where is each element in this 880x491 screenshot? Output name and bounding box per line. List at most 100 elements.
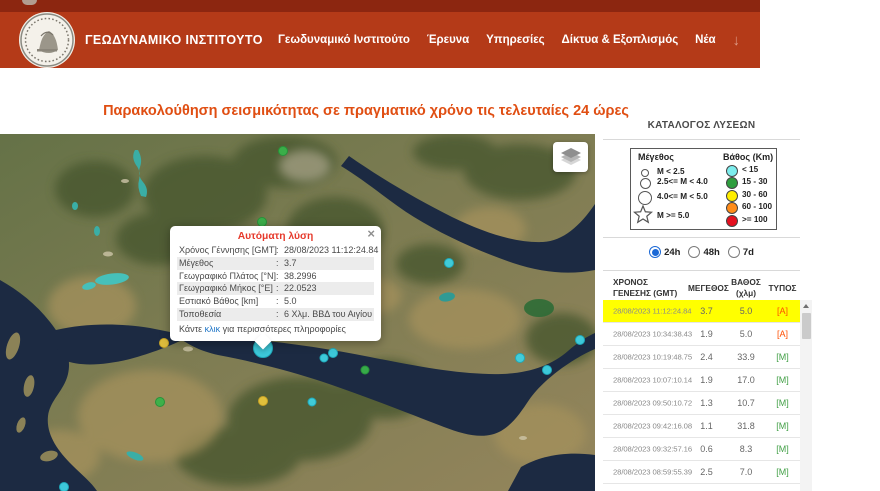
popup-row-colon: :	[276, 270, 284, 283]
popup-row-colon: :	[276, 244, 284, 257]
divider	[603, 237, 800, 238]
cell-depth: 5.0	[725, 306, 767, 316]
table-row[interactable]: 28/08/2023 09:50:10.721.310.7[M]	[603, 392, 800, 415]
legend-magnitude-label: 4.0<= M < 5.0	[657, 192, 708, 201]
earthquake-marker-yellow[interactable]	[160, 339, 169, 348]
earthquake-marker-green[interactable]	[156, 398, 165, 407]
earthquake-marker-cyan[interactable]	[543, 366, 552, 375]
cell-type: [M]	[767, 467, 798, 477]
cell-type: [M]	[767, 421, 798, 431]
main-nav: Γεωδυναμικό Ινστιτούτο Έρευνα Υπηρεσίες Δίκ…	[278, 12, 740, 68]
earthquake-marker-cyan[interactable]	[445, 259, 454, 268]
popup-row-value: 6 Χλμ. ΒΒΔ του Αιγίου	[284, 308, 372, 321]
nav-item-5[interactable]: Νέα	[695, 34, 716, 46]
scrollbar-up-arrow-icon[interactable]	[800, 300, 812, 312]
table-scrollbar[interactable]	[800, 300, 812, 491]
time-filter-group: 24h 48h 7d	[603, 244, 800, 260]
popup-close-icon[interactable]: ×	[367, 227, 375, 240]
popup-row: Εστιακό Βάθος [km]:5.0	[177, 295, 374, 308]
earthquake-marker-cyan[interactable]	[308, 398, 316, 406]
earthquake-marker-cyan[interactable]	[329, 349, 338, 358]
brand-title[interactable]: ΓΕΩΔΥΝΑΜΙΚΟ ΙΝΣΤΙΤΟΥΤΟ	[85, 12, 263, 68]
popup-title: Αυτόματη λύση	[177, 230, 374, 244]
cell-magnitude: 1.3	[688, 398, 725, 408]
radio-7d[interactable]	[728, 246, 740, 258]
scrollbar-thumb[interactable]	[802, 313, 811, 339]
earthquake-marker-cyan[interactable]	[516, 354, 525, 363]
cell-time: 28/08/2023 10:07:10.14	[613, 376, 692, 385]
earthquake-marker-cyan[interactable]	[320, 354, 328, 362]
cell-type: [A]	[767, 329, 798, 339]
table-row[interactable]: 28/08/2023 08:59:55.392.57.0[M]	[603, 461, 800, 484]
popup-row-label: Χρόνος Γέννησης [GMT]	[179, 244, 276, 257]
legend-depth-title: Βάθος (Km)	[723, 152, 773, 162]
popup-row-label: Τοποθεσία	[179, 308, 276, 321]
popup-row-value: 38.2996	[284, 270, 317, 283]
radio-24h-selected[interactable]	[649, 246, 661, 258]
popup-row: Τοποθεσία:6 Χλμ. ΒΒΔ του Αιγίου	[177, 308, 374, 321]
cell-time: 28/08/2023 09:32:57.16	[613, 445, 692, 454]
institute-seal-logo[interactable]	[19, 12, 75, 68]
cell-type: [M]	[767, 444, 798, 454]
cell-magnitude: 2.4	[688, 352, 725, 362]
popup-footer: Κάντε κλικ για περισσότερες πληροφορίες	[177, 321, 374, 336]
page: ΓΕΩΔΥΝΑΜΙΚΟ ΙΝΣΤΙΤΟΥΤΟ Γεωδυναμικό Ινστι…	[0, 0, 880, 491]
time-filter-7d[interactable]: 7d	[728, 246, 754, 258]
cell-magnitude: 3.7	[688, 306, 725, 316]
top-strip	[0, 0, 760, 12]
popup-row-value: 28/08/2023 11:12:24.84	[284, 244, 378, 257]
popup-row-value: 3.7	[284, 257, 297, 270]
earthquake-marker-green[interactable]	[279, 147, 288, 156]
table-row[interactable]: 28/08/2023 09:32:57.160.68.3[M]	[603, 438, 800, 461]
popup-row-colon: :	[276, 308, 284, 321]
time-filter-48h[interactable]: 48h	[688, 246, 719, 258]
nav-item-2[interactable]: Έρευνα	[427, 34, 470, 46]
page-title: Παρακολούθηση σεισμικότητας σε πραγματικ…	[0, 103, 732, 119]
map-layers-control[interactable]	[553, 142, 588, 172]
nav-item-4[interactable]: Δίκτυα & Εξοπλισμός	[562, 34, 679, 46]
table-row[interactable]: 28/08/2023 10:07:10.141.917.0[M]	[603, 369, 800, 392]
nav-scroll-down-arrow-icon[interactable]: ↓	[732, 32, 740, 49]
col-header-magnitude: ΜΕΓΕΘΟΣ	[688, 283, 725, 294]
divider	[603, 139, 800, 140]
table-row[interactable]: 28/08/2023 11:12:24.843.75.0[A]	[603, 300, 800, 323]
legend-box: Μέγεθος Βάθος (Km) M < 2.52.5<= M < 4.04…	[630, 148, 777, 230]
earthquake-marker-green[interactable]	[361, 366, 369, 374]
time-filter-label: 48h	[703, 247, 719, 258]
table-row[interactable]: 28/08/2023 08:55:41.751.414.0[M]	[603, 484, 800, 491]
col-header-type: ΤΥΠΟΣ	[767, 283, 798, 294]
cell-magnitude: 2.5	[688, 467, 725, 477]
cell-magnitude: 1.1	[688, 421, 725, 431]
cell-time: 28/08/2023 08:59:55.39	[613, 468, 692, 477]
cell-magnitude: 1.9	[688, 329, 725, 339]
popup-row: Χρόνος Γέννησης [GMT]:28/08/2023 11:12:2…	[177, 244, 374, 257]
time-filter-24h[interactable]: 24h	[649, 246, 680, 258]
table-row[interactable]: 28/08/2023 09:42:16.081.131.8[M]	[603, 415, 800, 438]
cell-time: 28/08/2023 10:34:38.43	[613, 330, 692, 339]
earthquake-marker-cyan[interactable]	[60, 483, 69, 491]
earthquake-marker-yellow[interactable]	[259, 397, 268, 406]
popup-footer-text: Κάντε	[179, 324, 205, 334]
earthquake-marker-cyan[interactable]	[576, 336, 585, 345]
popup-row-colon: :	[276, 257, 284, 270]
radio-48h[interactable]	[688, 246, 700, 258]
popup-more-info-link[interactable]: κλικ	[205, 324, 221, 334]
nav-item-3[interactable]: Υπηρεσίες	[486, 34, 545, 46]
popup-row-value: 5.0	[284, 295, 297, 308]
solutions-table-body: 28/08/2023 11:12:24.843.75.0[A]28/08/202…	[603, 300, 800, 491]
star-icon	[633, 205, 653, 224]
popup-rows: Χρόνος Γέννησης [GMT]:28/08/2023 11:12:2…	[177, 244, 374, 321]
popup-row-value: 22.0523	[284, 282, 317, 295]
legend-magnitude-title: Μέγεθος	[638, 152, 674, 162]
popup-row-label: Γεωγραφικό Μήκος [°E]	[179, 282, 276, 295]
popup-row: Γεωγραφικό Πλάτος [°N]:38.2996	[177, 270, 374, 283]
popup-row-label: Εστιακό Βάθος [km]	[179, 295, 276, 308]
cell-type: [A]	[767, 306, 798, 316]
table-row[interactable]: 28/08/2023 10:34:38.431.95.0[A]	[603, 323, 800, 346]
seismicity-map[interactable]: × Αυτόματη λύση Χρόνος Γέννησης [GMT]:28…	[0, 134, 595, 491]
cell-depth: 31.8	[725, 421, 767, 431]
nav-item-1[interactable]: Γεωδυναμικό Ινστιτούτο	[278, 34, 410, 46]
table-row[interactable]: 28/08/2023 10:19:48.752.433.9[M]	[603, 346, 800, 369]
cell-time: 28/08/2023 11:12:24.84	[613, 307, 691, 316]
legend-depth-dot	[726, 177, 738, 189]
